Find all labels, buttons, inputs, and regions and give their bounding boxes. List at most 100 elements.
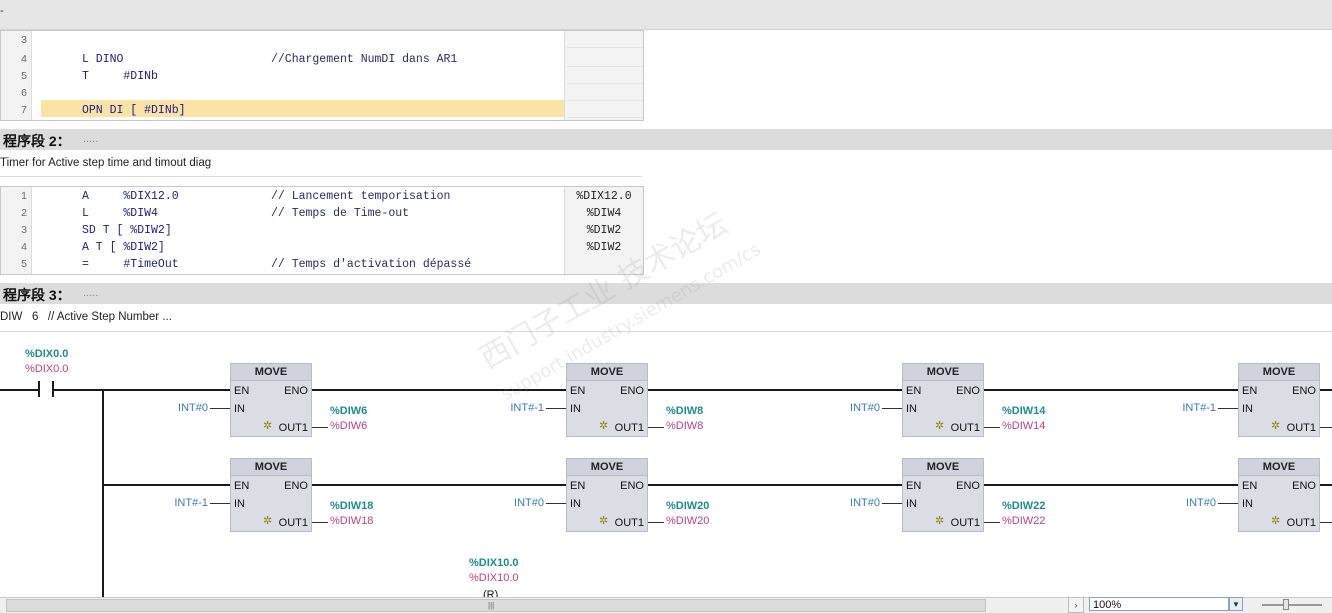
move-box[interactable]: MOVE EN ENO IN ✲ OUT1 — [1238, 363, 1320, 437]
code-line[interactable]: 6 — [1, 85, 643, 102]
zoom-slider-handle[interactable] — [1283, 599, 1289, 610]
code-line[interactable]: 2L %DIW4// Temps de Time-out %DIW4 — [1, 205, 643, 222]
out-operand-address: %DIW6 — [330, 420, 368, 432]
code-line[interactable]: 1A %DIX12.0// Lancement temporisation %DI… — [1, 188, 643, 205]
out-wire — [1320, 427, 1332, 428]
add-output-icon[interactable]: ✲ — [935, 419, 944, 432]
in-pin: IN — [570, 403, 581, 415]
editor-toolbar — [0, 0, 1332, 30]
stl-editor-block-2[interactable]: 1A %DIX12.0// Lancement temporisation %DI… — [0, 186, 644, 275]
out1-pin: OUT1 — [278, 422, 308, 434]
add-output-icon[interactable]: ✲ — [263, 419, 272, 432]
eno-pin: ENO — [284, 480, 308, 492]
en-pin: EN — [906, 480, 922, 492]
out-operand[interactable]: %DIW20 — [666, 500, 709, 512]
add-output-icon[interactable]: ✲ — [1271, 514, 1280, 527]
code-line[interactable]: 3 — [1, 32, 643, 49]
scroll-right-icon[interactable]: › — [1068, 597, 1084, 613]
out-operand-address: %DIW14 — [1002, 420, 1046, 432]
box-title: MOVE — [1239, 459, 1319, 476]
box-title: MOVE — [903, 364, 983, 381]
out-wire — [984, 522, 1000, 523]
contact-operand[interactable]: %DIX0.0 — [25, 348, 68, 360]
en-pin: EN — [1242, 385, 1258, 397]
in-operand[interactable]: INT#0 — [148, 402, 208, 414]
network-2-comment[interactable]: Timer for Active step time and timout di… — [0, 157, 211, 169]
network-2-header[interactable]: 程序段 2： ..... — [0, 129, 1332, 150]
code-line[interactable]: 7 OPN DI [ #DINb] — [1, 102, 643, 119]
network-title-placeholder[interactable]: ..... — [83, 287, 98, 299]
move-box[interactable]: MOVE EN ENO IN ✲ OUT1 — [230, 458, 312, 532]
box-title: MOVE — [1239, 364, 1319, 381]
in-operand[interactable]: INT#0 — [820, 497, 880, 509]
divider — [0, 331, 1332, 332]
in-operand[interactable]: INT#-1 — [1156, 402, 1216, 414]
in-pin: IN — [234, 498, 245, 510]
code-line[interactable]: 5 = #TimeOut// Temps d'activation dépassé — [1, 256, 643, 273]
contact-left[interactable] — [38, 381, 40, 397]
in-wire — [882, 408, 902, 409]
box-title: MOVE — [903, 459, 983, 476]
out-operand[interactable]: %DIW14 — [1002, 405, 1045, 417]
add-output-icon[interactable]: ✲ — [935, 514, 944, 527]
in-wire — [882, 503, 902, 504]
contact-operand-address: %DIX0.0 — [25, 363, 69, 375]
add-output-icon[interactable]: ✲ — [263, 514, 272, 527]
scroll-grip-icon[interactable]: ||| — [488, 601, 494, 610]
out-operand[interactable]: %DIW18 — [330, 500, 373, 512]
move-box[interactable]: MOVE EN ENO IN ✲ OUT1 — [1238, 458, 1320, 532]
out-wire — [312, 427, 328, 428]
box-title: MOVE — [567, 459, 647, 476]
out1-pin: OUT1 — [1286, 517, 1316, 529]
dropdown-arrow-icon[interactable]: ▼ — [1229, 597, 1243, 611]
code-line[interactable]: 3 SD T [ %DIW2] %DIW2 — [1, 222, 643, 239]
coil-operand-address: %DIX10.0 — [469, 572, 519, 584]
network-3-comment[interactable]: DIW 6 // Active Step Number ... — [0, 311, 172, 323]
add-output-icon[interactable]: ✲ — [599, 514, 608, 527]
in-wire — [546, 503, 566, 504]
branch-wire — [102, 389, 104, 597]
stl-editor-block-1[interactable]: 3 4L DINO//Chargement NumDI dans AR1 5T … — [0, 30, 644, 121]
move-box[interactable]: MOVE EN ENO IN ✲ OUT1 — [902, 458, 984, 532]
out-operand-address: %DIW8 — [666, 420, 704, 432]
eno-pin: ENO — [956, 480, 980, 492]
out-operand-address: %DIW18 — [330, 515, 374, 527]
in-operand[interactable]: INT#0 — [484, 497, 544, 509]
in-operand[interactable]: INT#0 — [1156, 497, 1216, 509]
en-pin: EN — [570, 385, 586, 397]
out-operand-address: %DIW20 — [666, 515, 710, 527]
code-line[interactable]: 4L DINO//Chargement NumDI dans AR1 — [1, 51, 643, 68]
network-title-placeholder[interactable]: ..... — [83, 133, 98, 145]
out-wire — [984, 427, 1000, 428]
in-pin: IN — [570, 498, 581, 510]
horizontal-scrollbar[interactable] — [6, 599, 986, 612]
out-operand[interactable]: %DIW8 — [666, 405, 703, 417]
move-box[interactable]: MOVE EN ENO IN ✲ OUT1 — [566, 363, 648, 437]
box-title: MOVE — [231, 364, 311, 381]
add-output-icon[interactable]: ✲ — [599, 419, 608, 432]
in-operand[interactable]: INT#0 — [820, 402, 880, 414]
eno-pin: ENO — [284, 385, 308, 397]
in-pin: IN — [1242, 403, 1253, 415]
out-operand-address: %DIW22 — [1002, 515, 1046, 527]
toolbar-mark: - — [0, 5, 4, 17]
move-box[interactable]: MOVE EN ENO IN ✲ OUT1 — [902, 363, 984, 437]
move-box[interactable]: MOVE EN ENO IN ✲ OUT1 — [230, 363, 312, 437]
add-output-icon[interactable]: ✲ — [1271, 419, 1280, 432]
zoom-select[interactable]: 100% — [1089, 597, 1229, 611]
out-operand[interactable]: %DIW6 — [330, 405, 367, 417]
in-wire — [210, 408, 230, 409]
en-pin: EN — [1242, 480, 1258, 492]
out1-pin: OUT1 — [614, 422, 644, 434]
en-pin: EN — [234, 480, 250, 492]
code-line[interactable]: 4A T [ %DIW2] %DIW2 — [1, 239, 643, 256]
out-operand[interactable]: %DIW22 — [1002, 500, 1045, 512]
code-line[interactable]: 5T #DINb — [1, 68, 643, 85]
in-wire — [1218, 408, 1238, 409]
coil-operand[interactable]: %DIX10.0 — [469, 557, 519, 569]
in-operand[interactable]: INT#-1 — [148, 497, 208, 509]
zoom-slider-track[interactable] — [1262, 604, 1322, 606]
network-title: 程序段 2： — [3, 133, 71, 149]
move-box[interactable]: MOVE EN ENO IN ✲ OUT1 — [566, 458, 648, 532]
eno-pin: ENO — [620, 385, 644, 397]
